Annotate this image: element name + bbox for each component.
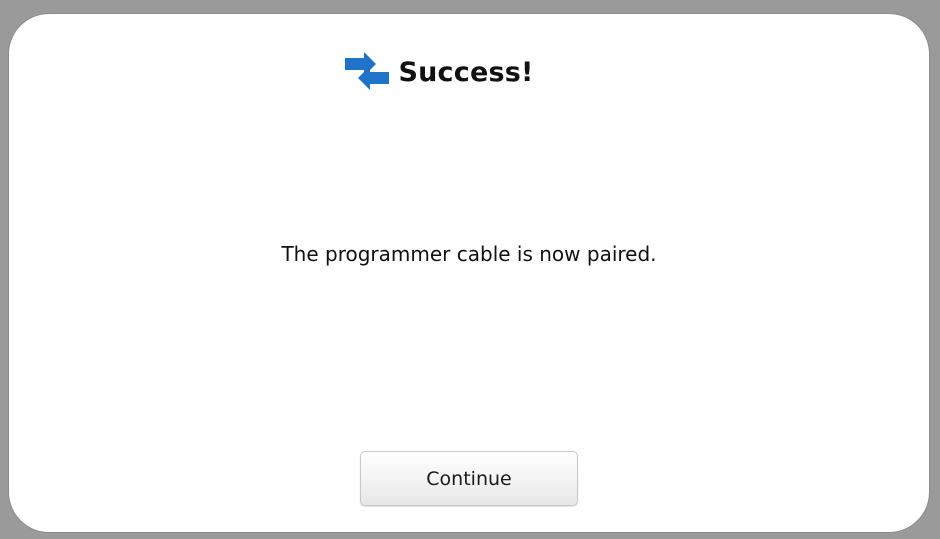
success-dialog: Success! The programmer cable is now pai…: [9, 14, 929, 532]
continue-button[interactable]: Continue: [360, 451, 578, 506]
status-message: The programmer cable is now paired.: [281, 242, 657, 266]
dialog-header: Success!: [9, 52, 929, 92]
dialog-title: Success!: [398, 56, 534, 88]
pairing-arrows-icon: [345, 52, 390, 90]
